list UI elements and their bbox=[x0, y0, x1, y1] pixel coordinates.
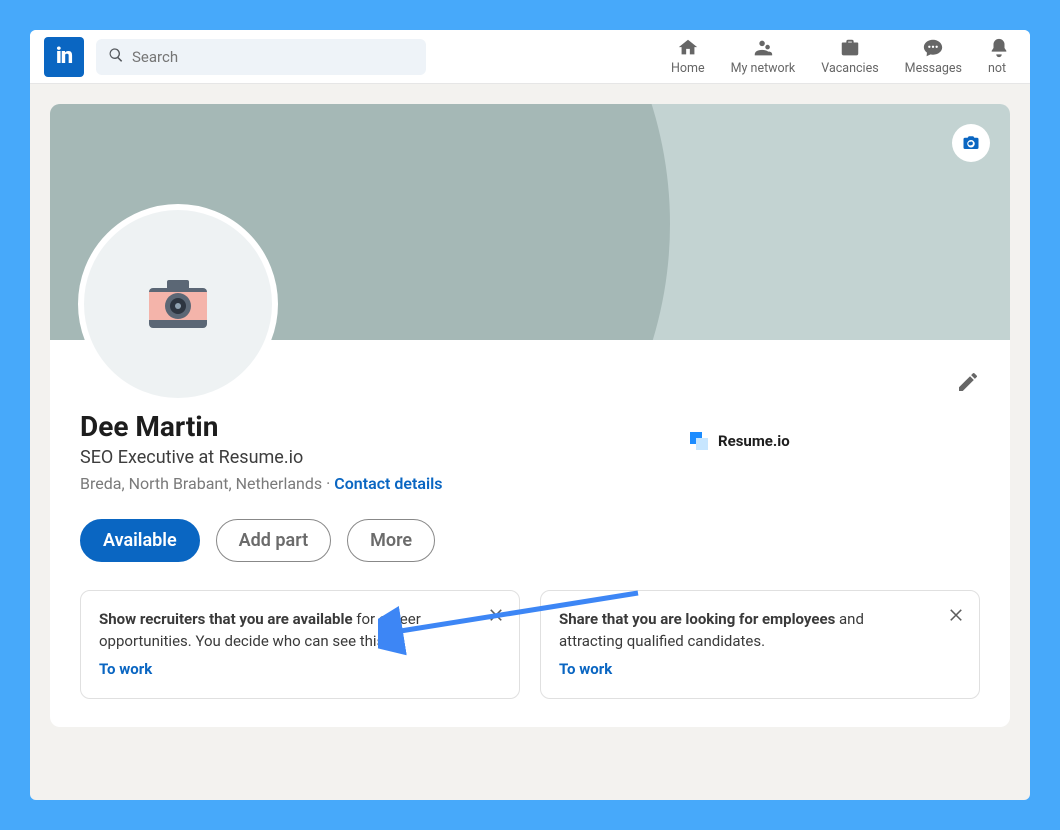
content-area: Resume.io Dee Martin SEO Executive at Re… bbox=[30, 84, 1030, 747]
nav-notifications-cutoff[interactable]: not bbox=[988, 37, 1010, 76]
employers-card-cta[interactable]: To work bbox=[559, 659, 929, 681]
top-nav: Home My network Vacancies Messages not bbox=[671, 37, 1010, 76]
nav-network[interactable]: My network bbox=[731, 37, 796, 76]
employers-card: Share that you are looking for employees… bbox=[540, 590, 980, 699]
profile-location-line: Breda, North Brabant, Netherlands · Cont… bbox=[80, 474, 980, 493]
nav-home-label: Home bbox=[671, 61, 705, 76]
employers-card-close[interactable] bbox=[947, 605, 965, 630]
company-logo-icon bbox=[690, 432, 708, 450]
profile-card: Resume.io Dee Martin SEO Executive at Re… bbox=[50, 104, 1010, 727]
company-chip[interactable]: Resume.io bbox=[690, 432, 790, 450]
pencil-icon bbox=[956, 370, 980, 394]
recruiters-card-cta[interactable]: To work bbox=[99, 659, 469, 681]
camera-icon bbox=[962, 134, 980, 152]
nav-messages[interactable]: Messages bbox=[905, 37, 962, 76]
close-icon bbox=[487, 605, 505, 623]
company-name: Resume.io bbox=[718, 432, 790, 450]
recruiters-card-bold: Show recruiters that you are available bbox=[99, 610, 353, 628]
employers-card-bold: Share that you are looking for employees bbox=[559, 610, 835, 628]
linkedin-logo[interactable]: in bbox=[44, 37, 84, 77]
search-input[interactable] bbox=[132, 48, 414, 66]
search-icon bbox=[108, 47, 124, 67]
nav-notifications-label: not bbox=[988, 61, 1006, 76]
location-separator: · bbox=[322, 474, 334, 493]
profile-action-row: Available Add part More bbox=[80, 519, 980, 562]
app-frame: in Home My network Vacancies Messages bbox=[30, 30, 1030, 800]
nav-network-label: My network bbox=[731, 61, 796, 76]
contact-details-link[interactable]: Contact details bbox=[334, 474, 442, 493]
more-button[interactable]: More bbox=[347, 519, 435, 562]
close-icon bbox=[947, 605, 965, 623]
camera-placeholder-icon bbox=[143, 274, 213, 334]
nav-home[interactable]: Home bbox=[671, 37, 705, 76]
recruiters-card: Show recruiters that you are available f… bbox=[80, 590, 520, 699]
info-cards-row: Show recruiters that you are available f… bbox=[80, 590, 980, 699]
nav-vacancies-label: Vacancies bbox=[821, 61, 878, 76]
nav-vacancies[interactable]: Vacancies bbox=[821, 37, 878, 76]
edit-cover-button[interactable] bbox=[952, 124, 990, 162]
profile-headline: SEO Executive at Resume.io bbox=[80, 447, 980, 468]
avatar-placeholder[interactable] bbox=[78, 204, 278, 404]
topbar: in Home My network Vacancies Messages bbox=[30, 30, 1030, 84]
available-button[interactable]: Available bbox=[80, 519, 200, 562]
edit-profile-button[interactable] bbox=[956, 370, 980, 398]
profile-location: Breda, North Brabant, Netherlands bbox=[80, 474, 322, 493]
nav-messages-label: Messages bbox=[905, 61, 962, 76]
add-part-button[interactable]: Add part bbox=[216, 519, 332, 562]
profile-name: Dee Martin bbox=[80, 410, 980, 443]
search-field[interactable] bbox=[96, 39, 426, 75]
recruiters-card-close[interactable] bbox=[487, 605, 505, 630]
